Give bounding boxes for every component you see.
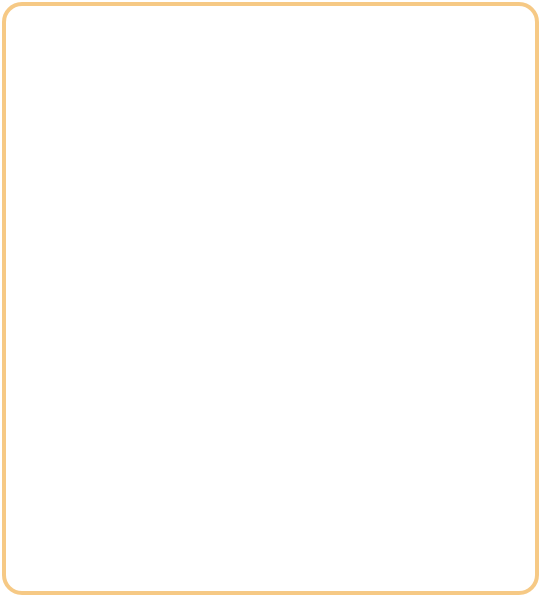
panel-content (6, 6, 535, 591)
panel-card (2, 2, 539, 595)
